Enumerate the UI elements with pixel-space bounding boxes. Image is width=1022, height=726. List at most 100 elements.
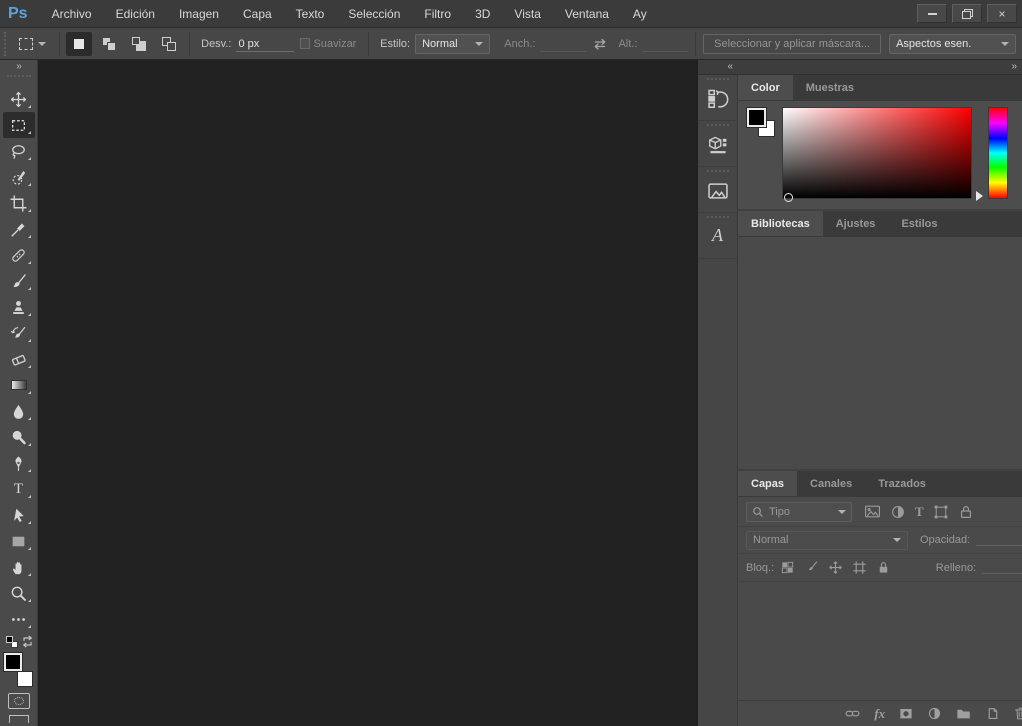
- select-and-mask-button[interactable]: Seleccionar y aplicar máscara...: [703, 33, 882, 54]
- rectangular-marquee-tool[interactable]: [2, 112, 35, 138]
- tab-trazados[interactable]: Trazados: [865, 471, 939, 496]
- spot-healing-brush-tool[interactable]: [3, 242, 35, 268]
- filter-pixel-layers-icon[interactable]: [864, 503, 881, 520]
- lock-artboard-icon[interactable]: [852, 560, 867, 575]
- blend-mode-select[interactable]: Normal: [746, 530, 908, 550]
- eraser-tool[interactable]: [3, 346, 35, 372]
- pen-tool[interactable]: [3, 450, 35, 476]
- gradient-tool[interactable]: [3, 372, 35, 398]
- lasso-tool[interactable]: [3, 138, 35, 164]
- lock-position-icon[interactable]: [828, 560, 843, 575]
- new-selection-button[interactable]: [66, 31, 93, 56]
- filter-shape-layers-icon[interactable]: [933, 504, 949, 520]
- blur-tool[interactable]: [3, 398, 35, 424]
- filter-smart-objects-icon[interactable]: [958, 504, 974, 520]
- swap-width-height-icon[interactable]: [592, 37, 608, 51]
- tab-estilos[interactable]: Estilos: [888, 211, 950, 236]
- new-group-button[interactable]: [955, 706, 972, 721]
- lock-image-pixels-icon[interactable]: [804, 560, 819, 575]
- link-layers-button[interactable]: [844, 706, 861, 721]
- menu-capa[interactable]: Capa: [231, 0, 284, 28]
- color-picker-cursor[interactable]: [784, 193, 793, 202]
- add-layer-mask-button[interactable]: [898, 706, 914, 721]
- layer-style-button[interactable]: fx: [874, 707, 885, 720]
- tab-color[interactable]: Color: [738, 75, 793, 100]
- filter-type-layers-icon[interactable]: T: [915, 505, 924, 518]
- hue-slider-pointer[interactable]: [976, 191, 983, 201]
- style-select[interactable]: Normal: [415, 33, 491, 54]
- screen-mode-button[interactable]: [8, 715, 29, 723]
- saturation-brightness-picker[interactable]: [782, 107, 972, 202]
- restore-button[interactable]: [952, 4, 982, 23]
- new-layer-button[interactable]: [985, 706, 1000, 721]
- clone-stamp-tool[interactable]: [3, 294, 35, 320]
- brush-tool[interactable]: [3, 268, 35, 294]
- menu-seleccion[interactable]: Selección: [336, 0, 412, 28]
- menu-edicion[interactable]: Edición: [104, 0, 167, 28]
- rectangle-tool[interactable]: [3, 528, 35, 554]
- hand-tool[interactable]: [3, 554, 35, 580]
- 3d-panel-button[interactable]: [698, 121, 737, 167]
- path-selection-tool[interactable]: [3, 502, 35, 528]
- width-input[interactable]: [540, 35, 587, 52]
- menu-archivo[interactable]: Archivo: [40, 0, 104, 28]
- menu-3d[interactable]: 3D: [463, 0, 502, 28]
- menu-texto[interactable]: Texto: [284, 0, 337, 28]
- swap-colors-icon[interactable]: [21, 635, 34, 648]
- delete-layer-button[interactable]: [1013, 706, 1022, 721]
- tab-capas[interactable]: Capas: [738, 471, 798, 496]
- tab-canales[interactable]: Canales: [797, 471, 865, 496]
- tool-preset-dropdown[interactable]: [13, 35, 52, 53]
- crop-tool[interactable]: [3, 190, 35, 216]
- menu-ventana[interactable]: Ventana: [553, 0, 621, 28]
- tab-muestras[interactable]: Muestras: [793, 75, 867, 100]
- collapse-panels-button[interactable]: »: [738, 60, 1022, 74]
- foreground-color-swatch[interactable]: [3, 653, 22, 671]
- lock-all-icon[interactable]: [876, 560, 891, 575]
- history-panel-button[interactable]: [698, 75, 737, 121]
- photos-panel-button[interactable]: [698, 167, 737, 213]
- layer-filter-type-select[interactable]: Tipo: [746, 501, 852, 522]
- search-icon: [753, 506, 763, 517]
- antialias-checkbox[interactable]: [300, 38, 310, 49]
- type-tool[interactable]: T: [3, 476, 35, 502]
- expand-tools-button[interactable]: »: [0, 60, 37, 73]
- subtract-from-selection-button[interactable]: [126, 32, 152, 56]
- height-input[interactable]: [642, 35, 689, 52]
- zoom-tool[interactable]: [3, 580, 35, 606]
- lock-transparent-pixels-icon[interactable]: [780, 560, 795, 575]
- eyedropper-tool[interactable]: [3, 216, 35, 242]
- canvas-area[interactable]: [38, 60, 698, 726]
- close-button[interactable]: ×: [987, 4, 1017, 23]
- foreground-color-swatch[interactable]: [747, 108, 766, 127]
- opacity-dropdown[interactable]: [976, 534, 1022, 546]
- add-to-selection-button[interactable]: [96, 32, 122, 56]
- filter-adjustment-layers-icon[interactable]: [890, 504, 906, 520]
- dodge-tool[interactable]: [3, 424, 35, 450]
- glyphs-panel-button[interactable]: A: [698, 213, 737, 259]
- history-brush-tool[interactable]: [3, 320, 35, 346]
- quick-mask-button[interactable]: [7, 693, 30, 709]
- menu-filtro[interactable]: Filtro: [412, 0, 463, 28]
- background-color-swatch[interactable]: [16, 671, 33, 687]
- minimize-button[interactable]: [917, 4, 947, 23]
- layers-list[interactable]: [738, 582, 1022, 700]
- workspace-select[interactable]: Aspectos esen.: [889, 33, 1016, 54]
- intersect-selection-button[interactable]: [156, 32, 182, 56]
- edit-toolbar-button[interactable]: [3, 606, 35, 632]
- move-tool[interactable]: [3, 86, 35, 112]
- feather-input[interactable]: [236, 35, 295, 52]
- fill-dropdown[interactable]: [982, 562, 1022, 574]
- menu-vista[interactable]: Vista: [502, 0, 552, 28]
- tools-grip[interactable]: [6, 75, 31, 77]
- hue-strip[interactable]: [988, 107, 1008, 199]
- menu-imagen[interactable]: Imagen: [167, 0, 231, 28]
- new-adjustment-layer-button[interactable]: [927, 706, 942, 721]
- menu-ayuda[interactable]: Ay: [621, 0, 649, 28]
- tab-ajustes[interactable]: Ajustes: [823, 211, 889, 236]
- options-bar-grip[interactable]: [4, 31, 8, 56]
- collapse-icon-strip-button[interactable]: «: [698, 60, 738, 74]
- default-colors-icon[interactable]: [5, 636, 18, 648]
- quick-selection-tool[interactable]: [3, 164, 35, 190]
- tab-bibliotecas[interactable]: Bibliotecas: [738, 211, 823, 236]
